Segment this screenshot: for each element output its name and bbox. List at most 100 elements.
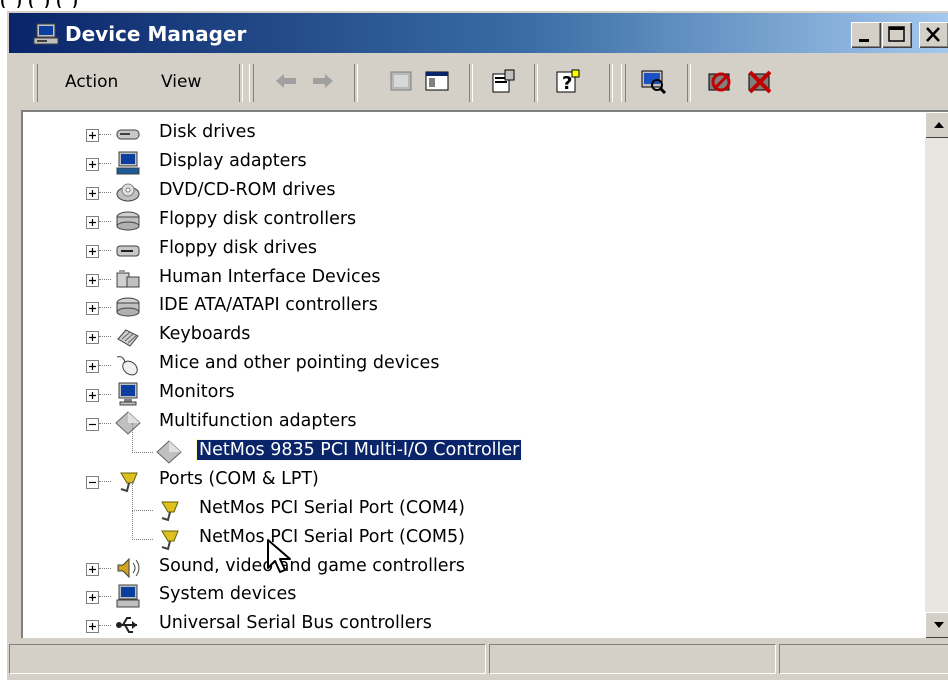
toolbar-separator <box>354 64 358 102</box>
scroll-up-button[interactable] <box>925 112 948 138</box>
expand-toggle[interactable] <box>86 331 99 345</box>
category-item[interactable]: Disk drives <box>23 120 903 148</box>
category-item[interactable]: Floppy disk controllers <box>23 207 903 235</box>
toolbar-grip[interactable] <box>33 64 38 102</box>
expand-toggle[interactable] <box>86 273 99 287</box>
vertical-scrollbar[interactable] <box>925 112 948 638</box>
expand-toggle[interactable] <box>86 157 99 171</box>
scan-hardware-icon[interactable] <box>639 68 667 94</box>
toolbar-grip-3 <box>621 64 626 102</box>
expand-toggle[interactable] <box>86 389 99 403</box>
hid-icon <box>116 270 140 287</box>
floppy-drive-icon <box>116 245 140 257</box>
tree-connector <box>99 423 111 424</box>
keyboard-icon <box>117 329 139 347</box>
tree-connector <box>99 625 111 627</box>
category-item[interactable]: DVD/CD-ROM drives <box>23 178 903 206</box>
multifunction-icon <box>156 440 182 464</box>
tree-connector <box>99 365 111 367</box>
category-item[interactable]: Sound, video and game controllers <box>23 554 903 582</box>
device-manager-window: Device Manager Action View ? Disk drives… <box>6 10 948 680</box>
tree-connector <box>99 220 111 222</box>
category-item[interactable]: Universal Serial Bus controllers <box>23 611 903 639</box>
expand-toggle[interactable] <box>86 360 99 374</box>
tree-item-label: DVD/CD-ROM drives <box>159 179 336 200</box>
category-item[interactable]: Monitors <box>23 380 903 408</box>
category-item[interactable]: Mice and other pointing devices <box>23 351 903 379</box>
tree-item-label: NetMos PCI Serial Port (COM4) <box>199 497 465 518</box>
category-item[interactable]: Human Interface Devices <box>23 265 903 293</box>
maximize-button[interactable] <box>882 22 912 48</box>
device-item[interactable]: NetMos 9835 PCI Multi-I/O Controller <box>23 423 903 466</box>
toolbar-separator <box>534 64 538 102</box>
controller-icon <box>116 297 140 317</box>
plus-icon <box>89 132 96 139</box>
expand-toggle[interactable] <box>86 302 99 316</box>
collapse-toggle[interactable] <box>86 475 99 489</box>
expand-toggle[interactable] <box>86 186 99 200</box>
tree-item-label: NetMos PCI Serial Port (COM5) <box>199 526 465 547</box>
tree-connector <box>99 336 111 338</box>
plus-icon <box>89 247 96 255</box>
minus-icon <box>89 423 96 426</box>
expand-toggle[interactable] <box>86 244 99 258</box>
svg-text:?: ? <box>562 73 572 94</box>
expand-toggle[interactable] <box>86 591 99 605</box>
up-folder-icon[interactable] <box>387 68 415 94</box>
toolbar-grip-2 <box>249 64 254 102</box>
category-item[interactable]: System devices <box>23 582 903 610</box>
device-item[interactable]: NetMos PCI Serial Port (COM5) <box>23 510 903 553</box>
collapse-toggle[interactable] <box>86 418 99 431</box>
forward-arrow-icon[interactable] <box>309 68 337 94</box>
system-icon <box>116 584 140 608</box>
tree-item-label: IDE ATA/ATAPI controllers <box>159 295 378 316</box>
disk-drive-icon <box>116 129 140 140</box>
close-button[interactable] <box>919 22 948 48</box>
plus-icon <box>89 218 96 226</box>
uninstall-device-icon[interactable] <box>746 68 774 94</box>
plus-icon <box>89 594 96 602</box>
device-item[interactable]: NetMos PCI Serial Port (COM4) <box>23 481 903 524</box>
tree-item-label: Multifunction adapters <box>159 411 357 431</box>
properties-icon[interactable] <box>489 68 517 94</box>
title-bar[interactable]: Device Manager <box>9 13 948 53</box>
plus-icon <box>89 623 96 631</box>
status-pane-right <box>779 644 948 674</box>
plus-icon <box>89 334 96 342</box>
show-hide-tree-icon[interactable] <box>423 68 451 94</box>
expand-toggle[interactable] <box>86 129 99 142</box>
device-tree-pane[interactable]: Disk drives Display adapters DVD/CD-ROM dr… <box>21 110 948 638</box>
minus-icon <box>89 481 96 483</box>
category-item[interactable]: Keyboards <box>23 322 903 350</box>
menu-view[interactable]: View <box>161 72 201 92</box>
category-item[interactable]: Floppy disk drives <box>23 236 903 264</box>
expand-toggle[interactable] <box>86 562 99 576</box>
expand-toggle[interactable] <box>86 620 99 634</box>
arrow-up-icon <box>934 122 944 128</box>
scroll-down-button[interactable] <box>925 612 948 638</box>
close-icon <box>926 27 940 42</box>
status-pane-middle <box>489 644 776 674</box>
toolbar-separator <box>609 64 613 102</box>
category-item[interactable]: IDE ATA/ATAPI controllers <box>23 293 903 321</box>
mouse-icon <box>116 356 138 376</box>
help-icon[interactable]: ? <box>554 68 582 94</box>
toolbar-separator <box>239 64 243 102</box>
tree-connector <box>99 249 111 251</box>
tree-connector <box>132 481 153 512</box>
expand-toggle[interactable] <box>86 215 99 229</box>
plus-icon <box>89 160 96 168</box>
menu-action[interactable]: Action <box>65 72 118 92</box>
category-item[interactable]: Ports (COM & LPT) <box>23 467 903 495</box>
plus-icon <box>89 565 96 573</box>
category-item[interactable]: Multifunction adapters <box>23 409 903 437</box>
tree-connector <box>99 134 111 135</box>
tree-connector <box>132 510 153 541</box>
minimize-button[interactable] <box>851 22 881 48</box>
category-item[interactable]: Display adapters <box>23 149 903 177</box>
back-arrow-icon[interactable] <box>272 68 300 94</box>
mouse-cursor-icon <box>267 539 291 573</box>
disable-device-icon[interactable] <box>706 68 734 94</box>
tree-item-label: Keyboards <box>159 324 251 345</box>
plus-icon <box>89 189 96 197</box>
